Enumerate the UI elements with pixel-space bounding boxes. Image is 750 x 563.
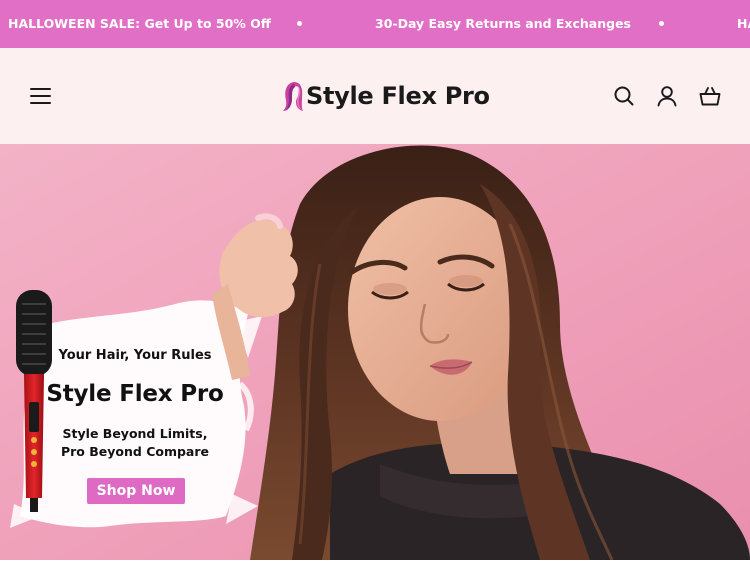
site-logo[interactable]: Style Flex Pro (282, 78, 490, 114)
announcement-sale[interactable]: HALLOWEEN SALE: Get Up to 50% Off (8, 0, 271, 48)
hero-copy: Your Hair, Your Rules Style Flex Pro Sty… (0, 144, 750, 560)
cart-icon[interactable] (699, 85, 721, 107)
hero-tagline: Your Hair, Your Rules (58, 348, 212, 363)
search-icon[interactable] (613, 85, 635, 107)
hero-subtitle-line-2: Pro Beyond Compare (60, 444, 210, 459)
announcement-separator (659, 21, 664, 26)
site-header: Style Flex Pro (0, 48, 750, 144)
hero-title: Style Flex Pro (46, 381, 224, 407)
hero-banner: Your Hair, Your Rules Style Flex Pro Sty… (0, 144, 750, 560)
hero-subtitle-line-1: Style Beyond Limits, (62, 426, 208, 441)
account-icon[interactable] (656, 85, 678, 107)
hair-logo-icon (283, 82, 303, 111)
logo-text: Style Flex Pro (306, 82, 490, 110)
announcement-returns[interactable]: 30-Day Easy Returns and Exchanges (375, 0, 631, 48)
menu-icon[interactable] (30, 88, 52, 104)
shop-now-button[interactable]: Shop Now (87, 478, 185, 504)
announcement-bar: HALLOWEEN SALE: Get Up to 50% Off 30-Day… (0, 0, 750, 48)
announcement-sale-repeat[interactable]: HALLOWEEN SALE: Get Up to 50% Off (737, 0, 750, 48)
announcement-separator (297, 21, 302, 26)
